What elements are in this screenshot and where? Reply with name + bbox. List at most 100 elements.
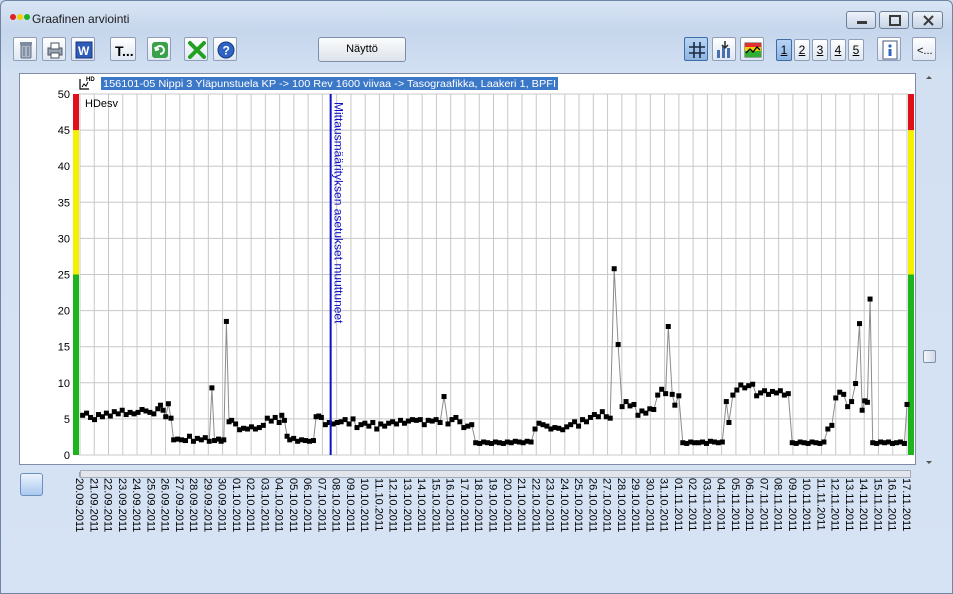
data-point [676,393,682,399]
x-tick-label: 20.10.2011 [501,478,513,532]
x-tick-label: 28.09.2011 [187,478,199,532]
data-point [350,416,356,422]
data-point [623,399,629,405]
x-tick-label: 25.10.2011 [572,478,584,532]
data-point [672,402,678,408]
data-point [730,392,736,398]
data-point [107,413,113,419]
hd-badge: HD [86,77,95,83]
x-tick-label: 08.11.2011 [772,478,784,531]
x-tick-label: 07.11.2011 [757,478,769,531]
data-point [599,409,605,415]
data-point [859,407,865,413]
x-tick-label: 04.10.2011 [273,478,285,532]
data-point [867,296,873,302]
x-tick-label: 22.10.2011 [529,478,541,532]
vertical-scrollbar[interactable] [921,73,938,467]
data-point [734,387,740,393]
plot-header-label: 156101-05 Nippi 3 Yläpunstuela KP -> 100… [103,78,556,90]
y-tick-label: 15 [58,342,70,354]
x-tick-label: 05.11.2011 [729,478,741,531]
data-point [821,439,827,445]
x-tick-label: 21.10.2011 [515,478,527,532]
chart-grid [79,93,908,456]
x-tick-label: 17.11.2011 [900,478,912,531]
x-tick-label: 14.10.2011 [415,478,427,532]
trend-chart[interactable]: 0 5 10 15 20 25 30 35 40 45 50 156101-05 Nippi 3 Y… [1,1,953,594]
time-range-scrollbar[interactable] [80,470,911,478]
data-point [119,407,125,413]
data-point [841,391,847,397]
x-tick-label: 15.11.2011 [871,478,883,531]
x-tick-label: 07.10.2011 [315,478,327,532]
data-point [160,407,166,413]
data-point [904,401,910,407]
x-tick-label: 18.10.2011 [472,478,484,532]
y-tick-label: 10 [58,378,70,390]
data-point [583,419,589,425]
zone-right-red [908,94,914,131]
x-tick-label: 31.10.2011 [658,478,670,532]
data-point [260,422,266,428]
data-point [901,440,907,446]
y-tick-label: 30 [58,233,70,245]
x-tick-label: 04.11.2011 [715,478,727,531]
data-point [785,391,791,397]
data-point [92,417,98,423]
data-point [833,395,839,401]
data-point [183,438,189,444]
x-tick-label: 06.11.2011 [743,478,755,531]
data-point [186,433,192,439]
scrollbar-thumb[interactable] [923,350,936,363]
x-tick-label: 24.10.2011 [558,478,570,532]
scrollbar-track [926,76,932,464]
x-tick-label: 23.09.2011 [116,478,128,532]
data-point [719,439,725,445]
y-tick-label: 50 [58,89,70,101]
zone-left-yellow [73,130,79,275]
x-tick-label: 12.11.2011 [829,478,841,531]
x-tick-label: 09.10.2011 [344,478,356,532]
data-point [665,323,671,329]
data-point [777,388,783,394]
data-point [165,401,171,407]
data-point [631,401,637,407]
x-tick-label: 29.10.2011 [629,478,641,532]
y-tick-label: 40 [58,161,70,173]
data-point [421,422,427,428]
data-point [437,420,443,426]
y-tick-label: 25 [58,270,70,282]
data-point [726,420,732,426]
data-point [223,318,229,324]
data-point [723,399,729,405]
x-tick-label: 27.10.2011 [601,478,613,532]
x-tick-label: 23.10.2011 [544,478,556,532]
data-point [151,411,157,417]
data-point [595,414,601,420]
data-point [611,266,617,272]
data-point [864,399,870,405]
data-point [643,410,649,416]
data-point [445,421,451,427]
data-point [532,426,538,432]
x-tick-label: 01.10.2011 [230,478,242,532]
x-tick-label: 22.09.2011 [102,478,114,532]
data-point [157,402,163,408]
x-tick-label: 20.09.2011 [73,478,85,532]
data-point [346,421,352,427]
data-point [318,414,324,420]
data-point [528,439,534,445]
data-point [663,391,669,397]
data-point [417,417,423,423]
y-tick-label: 0 [64,450,70,462]
data-point [163,414,169,420]
navigator-button[interactable] [20,473,43,496]
data-point [572,419,578,425]
x-tick-label: 26.09.2011 [159,478,171,532]
x-tick-label: 05.10.2011 [287,478,299,532]
x-tick-label: 24.09.2011 [130,478,142,532]
data-point [233,421,239,427]
data-point [857,321,863,327]
x-tick-label: 10.11.2011 [800,478,812,531]
data-point [168,415,174,421]
